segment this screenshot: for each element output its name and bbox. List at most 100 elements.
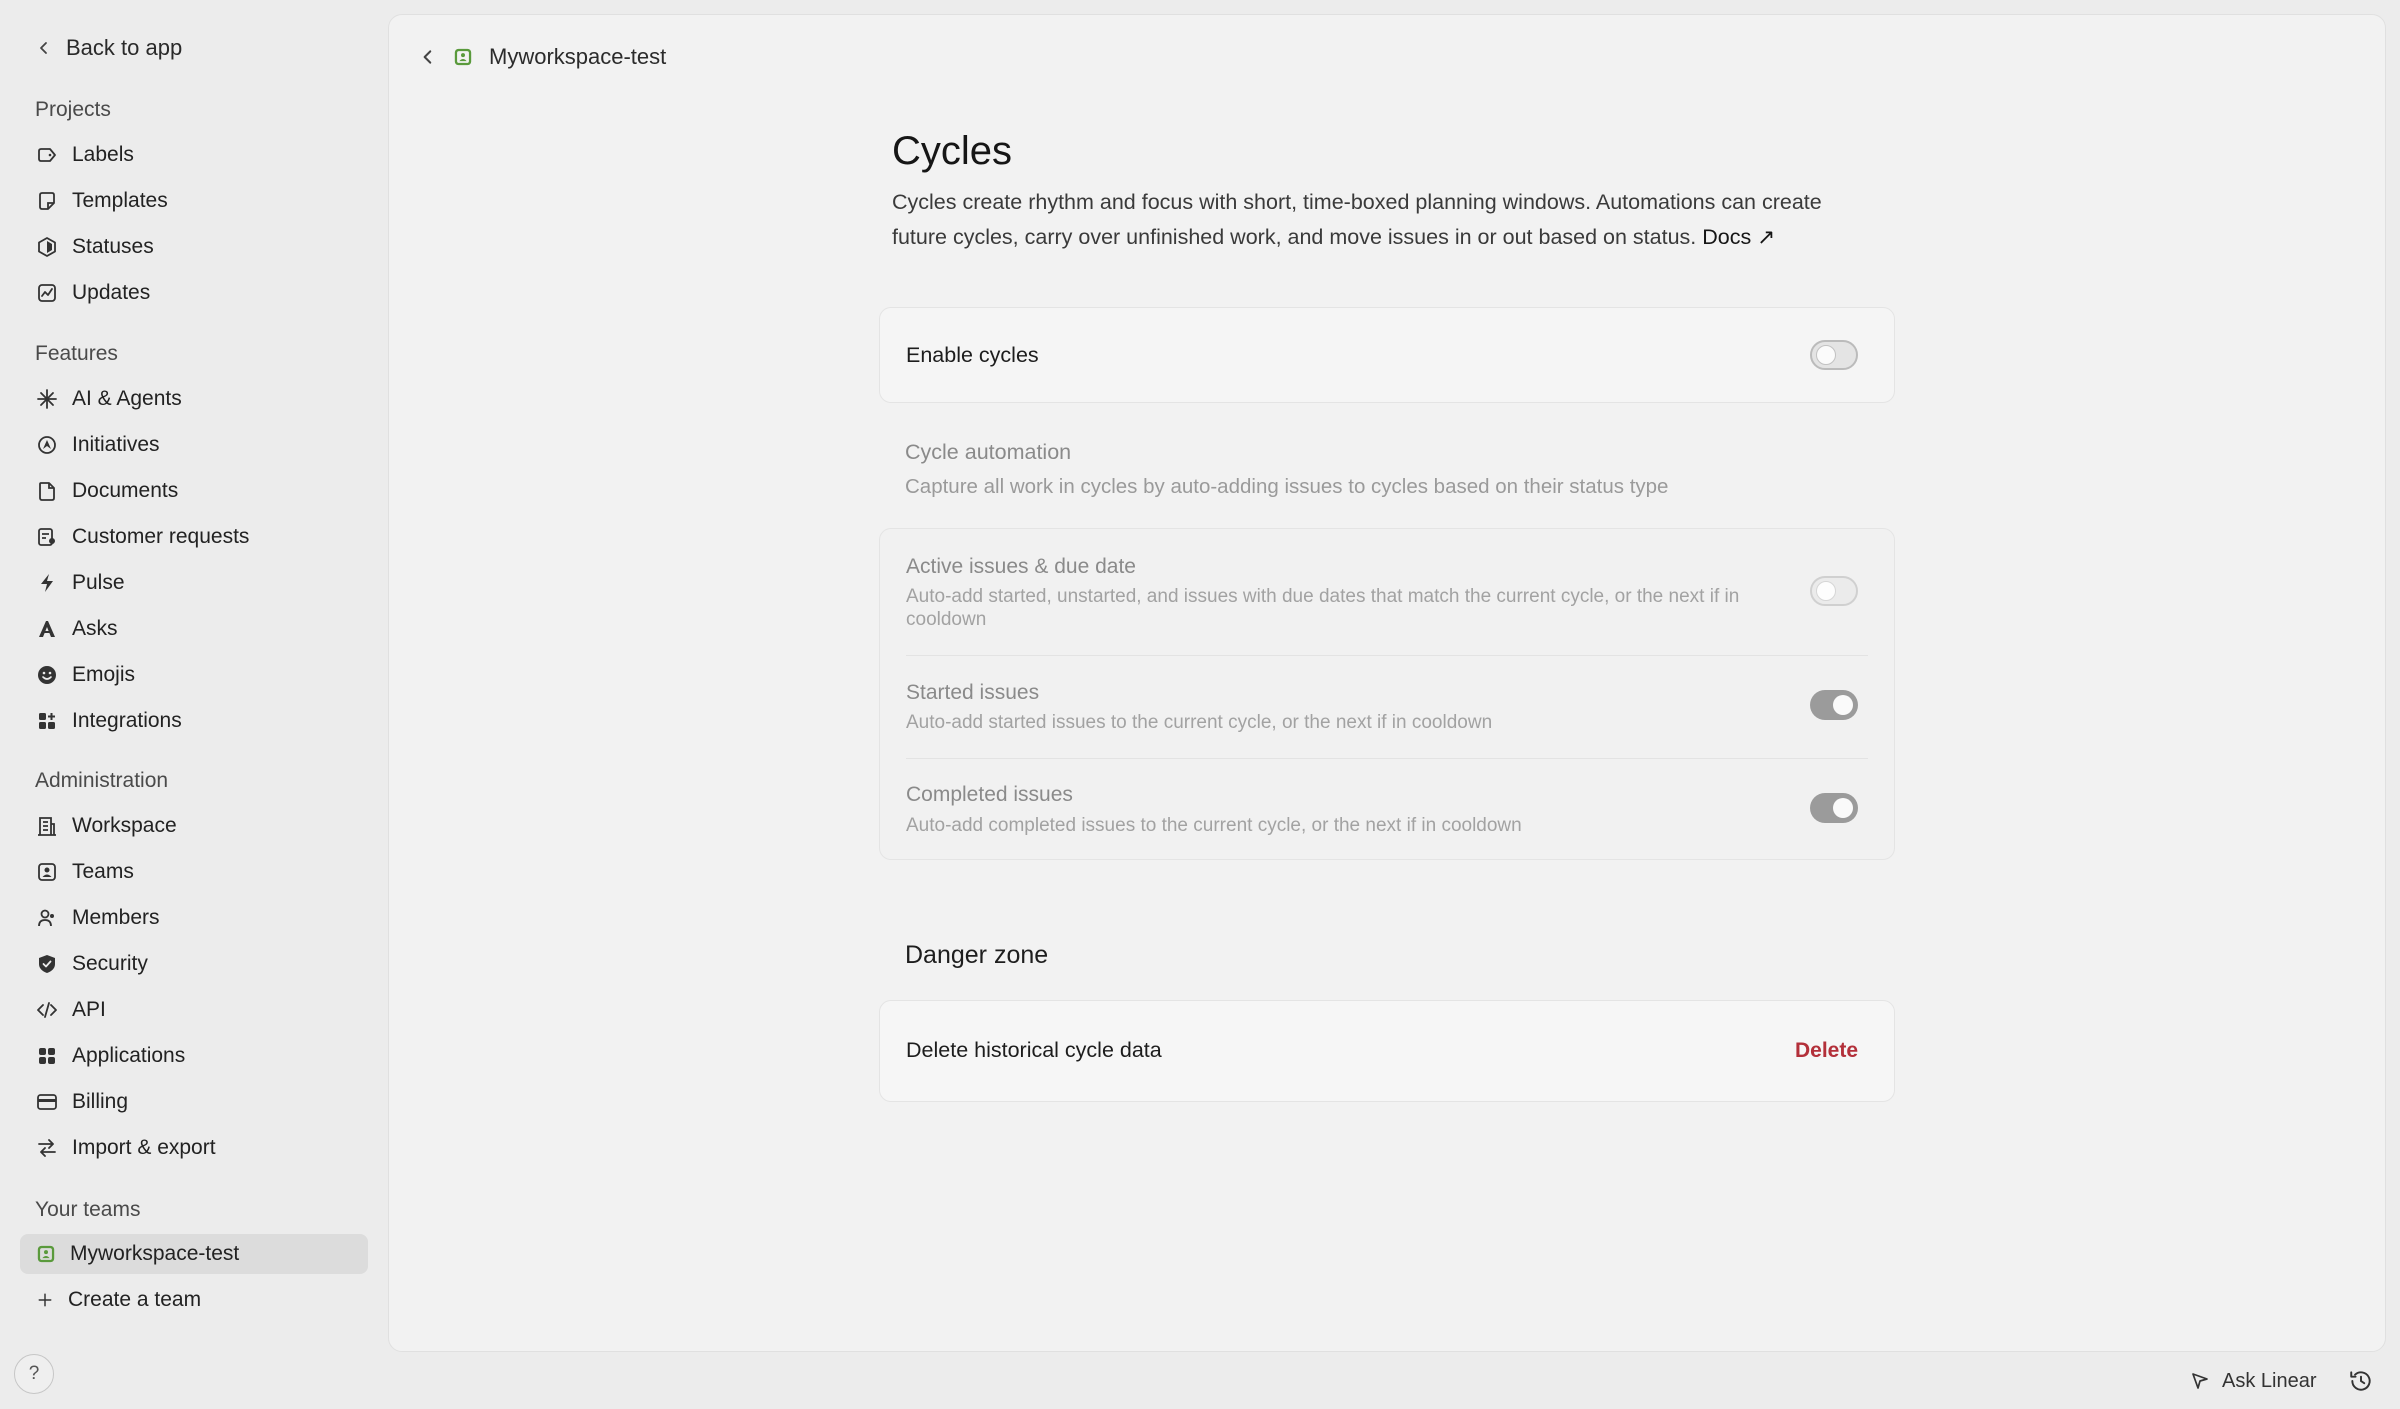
chevron-left-icon <box>40 42 47 54</box>
sidebar-item-billing[interactable]: Billing <box>20 1082 368 1122</box>
danger-zone-heading: Danger zone <box>905 941 1049 969</box>
sidebar-item-templates[interactable]: Templates <box>20 181 368 221</box>
sidebar-item-asks[interactable]: Asks <box>20 609 368 649</box>
enable-cycles-label: Enable cycles <box>906 343 1039 367</box>
pulse-icon <box>41 574 53 592</box>
sidebar-item-api[interactable]: API <box>20 990 368 1030</box>
started-issues-toggle[interactable] <box>1810 690 1858 720</box>
code-icon <box>37 1002 57 1018</box>
enable-cycles-toggle[interactable] <box>1810 340 1858 370</box>
sidebar-item-updates[interactable]: Updates <box>20 273 368 313</box>
sidebar-item-label: Teams <box>72 860 134 883</box>
sidebar-item-label: Emojis <box>72 663 136 686</box>
ask-linear-button[interactable]: Ask Linear <box>2190 1366 2317 1396</box>
sidebar-item-emojis[interactable]: Emojis <box>20 655 368 695</box>
breadcrumb: Myworkspace-test <box>419 39 666 75</box>
sidebar-item-label: Applications <box>72 1044 186 1067</box>
applications-icon <box>39 1048 55 1064</box>
sidebar-item-label: Billing <box>72 1090 129 1113</box>
shield-icon <box>39 955 55 973</box>
help-button[interactable]: ? <box>14 1354 54 1394</box>
sidebar-item-label: Updates <box>72 281 151 304</box>
sidebar-item-label: Security <box>72 952 148 975</box>
credit-card-icon <box>37 1094 57 1110</box>
enable-cycles-card: Enable cycles <box>879 307 1895 403</box>
sidebar-item-label: Initiatives <box>72 433 160 456</box>
delete-history-label: Delete historical cycle data <box>906 1038 1162 1062</box>
sidebar-item-members[interactable]: Members <box>20 898 368 938</box>
back-to-app-link[interactable]: Back to app <box>36 32 182 64</box>
sidebar-item-label: Myworkspace-test <box>70 1242 240 1265</box>
sidebar-item-label: Pulse <box>72 571 125 594</box>
toggle-knob <box>1833 695 1853 715</box>
toggle-knob <box>1833 798 1853 818</box>
customer-requests-icon <box>38 528 55 546</box>
delete-button[interactable]: Delete <box>1795 1039 1858 1063</box>
sidebar-item-team-myworkspace-test[interactable]: Myworkspace-test <box>20 1234 368 1274</box>
completed-issues-toggle[interactable] <box>1810 793 1858 823</box>
sidebar-item-label: Workspace <box>72 814 177 837</box>
divider <box>906 758 1868 759</box>
sparkle-icon <box>37 389 57 409</box>
main-panel: Myworkspace-test Cycles Cycles create rh… <box>388 14 2386 1352</box>
automation-row-title: Completed issues <box>906 783 1073 806</box>
sidebar-item-documents[interactable]: Documents <box>20 471 368 511</box>
sidebar-item-workspace[interactable]: Workspace <box>20 806 368 846</box>
sidebar-item-pulse[interactable]: Pulse <box>20 563 368 603</box>
emoji-icon <box>38 666 56 684</box>
create-team-button[interactable]: Create a team <box>20 1280 368 1320</box>
sidebar-item-label: Import & export <box>72 1136 216 1159</box>
cycle-automation-heading: Cycle automation <box>905 440 1072 464</box>
sidebar-item-label: AI & Agents <box>72 387 182 410</box>
breadcrumb-team[interactable]: Myworkspace-test <box>489 44 666 70</box>
sidebar-item-customer-requests[interactable]: Customer requests <box>20 517 368 557</box>
cycle-automation-description: Capture all work in cycles by auto-addin… <box>905 475 1669 498</box>
sidebar-item-labels[interactable]: Labels <box>20 135 368 175</box>
template-icon <box>39 192 55 210</box>
history-icon[interactable] <box>2348 1368 2374 1394</box>
back-to-app-label: Back to app <box>66 35 183 60</box>
sidebar-item-label: API <box>72 998 106 1021</box>
danger-zone-card: Delete historical cycle data Delete <box>879 1000 1895 1102</box>
asks-icon <box>39 621 55 637</box>
status-icon <box>38 237 56 257</box>
automation-row-description: Auto-add completed issues to the current… <box>906 815 1522 836</box>
sidebar-item-ai-agents[interactable]: AI & Agents <box>20 379 368 419</box>
automation-row-description: Auto-add started issues to the current c… <box>906 712 1493 733</box>
sidebar-item-label: Integrations <box>72 709 182 732</box>
building-icon <box>38 817 56 836</box>
team-icon <box>37 1245 55 1263</box>
sidebar-item-applications[interactable]: Applications <box>20 1036 368 1076</box>
plus-icon <box>38 1293 52 1307</box>
document-icon <box>39 482 55 501</box>
active-issues-toggle[interactable] <box>1810 576 1858 606</box>
sidebar-item-teams[interactable]: Teams <box>20 852 368 892</box>
sidebar: Back to app Projects Labels Templates St… <box>0 0 384 1409</box>
sidebar-item-label: Customer requests <box>72 525 250 548</box>
integrations-icon <box>39 713 55 729</box>
ask-linear-label: Ask Linear <box>2222 1369 2317 1392</box>
docs-link[interactable]: Docs ↗ <box>1702 225 1775 249</box>
sidebar-item-statuses[interactable]: Statuses <box>20 227 368 267</box>
sidebar-item-initiatives[interactable]: Initiatives <box>20 425 368 465</box>
cycle-automation-card: Active issues & due date Auto-add starte… <box>879 528 1895 860</box>
updates-icon <box>38 284 56 302</box>
sidebar-item-import-export[interactable]: Import & export <box>20 1128 368 1168</box>
page-title: Cycles <box>892 129 1013 173</box>
section-title-features: Features <box>35 342 118 365</box>
chevron-left-icon[interactable] <box>419 48 437 66</box>
sidebar-item-label: Statuses <box>72 235 154 258</box>
sidebar-item-security[interactable]: Security <box>20 944 368 984</box>
sidebar-item-label: Members <box>72 906 160 929</box>
sidebar-item-label: Labels <box>72 143 134 166</box>
sidebar-item-label: Documents <box>72 479 179 502</box>
automation-row-title: Started issues <box>906 681 1040 704</box>
section-title-projects: Projects <box>35 98 111 121</box>
team-icon <box>454 48 472 66</box>
team-icon <box>38 863 56 881</box>
initiatives-icon <box>38 436 56 454</box>
section-title-your-teams: Your teams <box>35 1198 141 1221</box>
create-team-label: Create a team <box>68 1288 202 1311</box>
members-icon <box>38 909 54 927</box>
sidebar-item-integrations[interactable]: Integrations <box>20 701 368 741</box>
